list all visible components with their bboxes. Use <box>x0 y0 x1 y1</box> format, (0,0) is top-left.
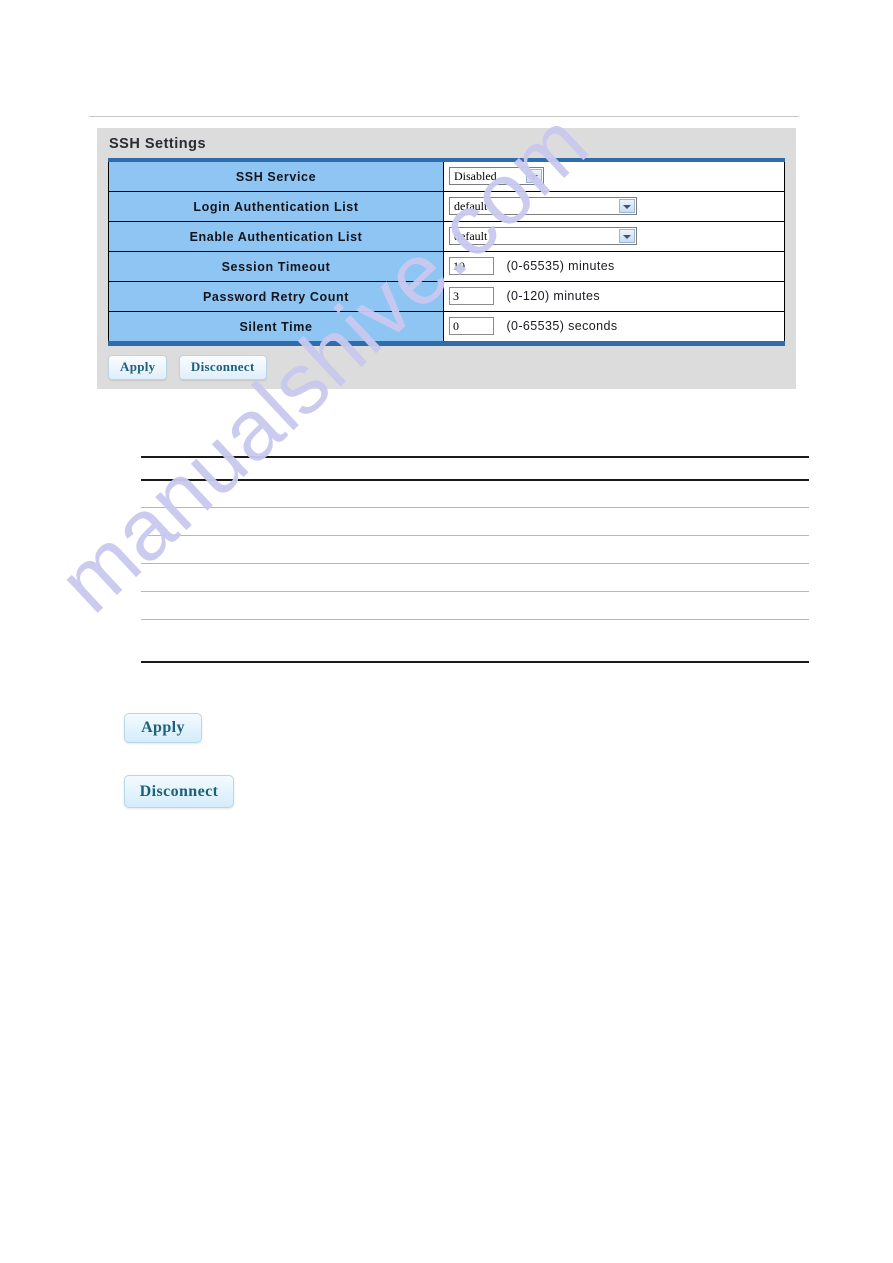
table-rule-1 <box>141 507 809 508</box>
login-authentication-list-select-value: default <box>454 199 488 214</box>
row-label-login-authentication-list: Login Authentication List <box>108 191 444 222</box>
session-timeout-input[interactable]: 10 <box>449 257 494 276</box>
panel-title: SSH Settings <box>109 136 207 152</box>
ssh-settings-panel: SSH Settings SSH Service Disabled Login … <box>97 128 796 389</box>
row-label-session-timeout: Session Timeout <box>108 251 444 282</box>
row-value-enable-authentication-list: default <box>443 221 785 252</box>
table-row: SSH Service Disabled <box>108 159 785 192</box>
apply-button-illustration[interactable]: Apply <box>124 713 202 743</box>
table-row: Login Authentication List default <box>108 191 785 222</box>
table-rule-4 <box>141 591 809 592</box>
password-retry-count-hint: (0-120) minutes <box>506 289 600 304</box>
login-authentication-list-select[interactable]: default <box>449 197 637 216</box>
table-rule-5 <box>141 619 809 620</box>
table-rule-bottom <box>141 661 809 663</box>
table-rule-2 <box>141 535 809 536</box>
chevron-down-icon[interactable] <box>619 229 635 244</box>
row-value-login-authentication-list: default <box>443 191 785 222</box>
ssh-service-select[interactable]: Disabled <box>449 167 544 186</box>
silent-time-input[interactable]: 0 <box>449 317 494 336</box>
table-row: Session Timeout 10 (0-65535) minutes <box>108 251 785 282</box>
disconnect-button[interactable]: Disconnect <box>178 355 267 380</box>
row-value-session-timeout: 10 (0-65535) minutes <box>443 251 785 282</box>
row-value-password-retry-count: 3 (0-120) minutes <box>443 281 785 312</box>
password-retry-count-input[interactable]: 3 <box>449 287 494 306</box>
page-top-divider <box>89 116 799 117</box>
session-timeout-hint: (0-65535) minutes <box>506 259 615 274</box>
enable-authentication-list-select[interactable]: default <box>449 227 637 246</box>
row-label-silent-time: Silent Time <box>108 311 444 344</box>
apply-button[interactable]: Apply <box>108 355 168 380</box>
row-value-ssh-service: Disabled <box>443 159 785 192</box>
ssh-service-select-value: Disabled <box>454 169 497 184</box>
table-rule-top <box>141 456 809 458</box>
table-rule-header <box>141 479 809 481</box>
row-value-silent-time: 0 (0-65535) seconds <box>443 311 785 344</box>
table-row: Enable Authentication List default <box>108 221 785 252</box>
enable-authentication-list-select-value: default <box>454 229 488 244</box>
table-row: Password Retry Count 3 (0-120) minutes <box>108 281 785 312</box>
row-label-password-retry-count: Password Retry Count <box>108 281 444 312</box>
table-rule-3 <box>141 563 809 564</box>
ssh-settings-table: SSH Service Disabled Login Authenticatio… <box>108 158 785 346</box>
row-label-ssh-service: SSH Service <box>108 159 444 192</box>
panel-button-bar: Apply Disconnect <box>108 355 274 380</box>
row-label-enable-authentication-list: Enable Authentication List <box>108 221 444 252</box>
table-row: Silent Time 0 (0-65535) seconds <box>108 311 785 344</box>
chevron-down-icon[interactable] <box>526 169 542 184</box>
silent-time-hint: (0-65535) seconds <box>506 319 618 334</box>
chevron-down-icon[interactable] <box>619 199 635 214</box>
disconnect-button-illustration[interactable]: Disconnect <box>124 775 234 808</box>
